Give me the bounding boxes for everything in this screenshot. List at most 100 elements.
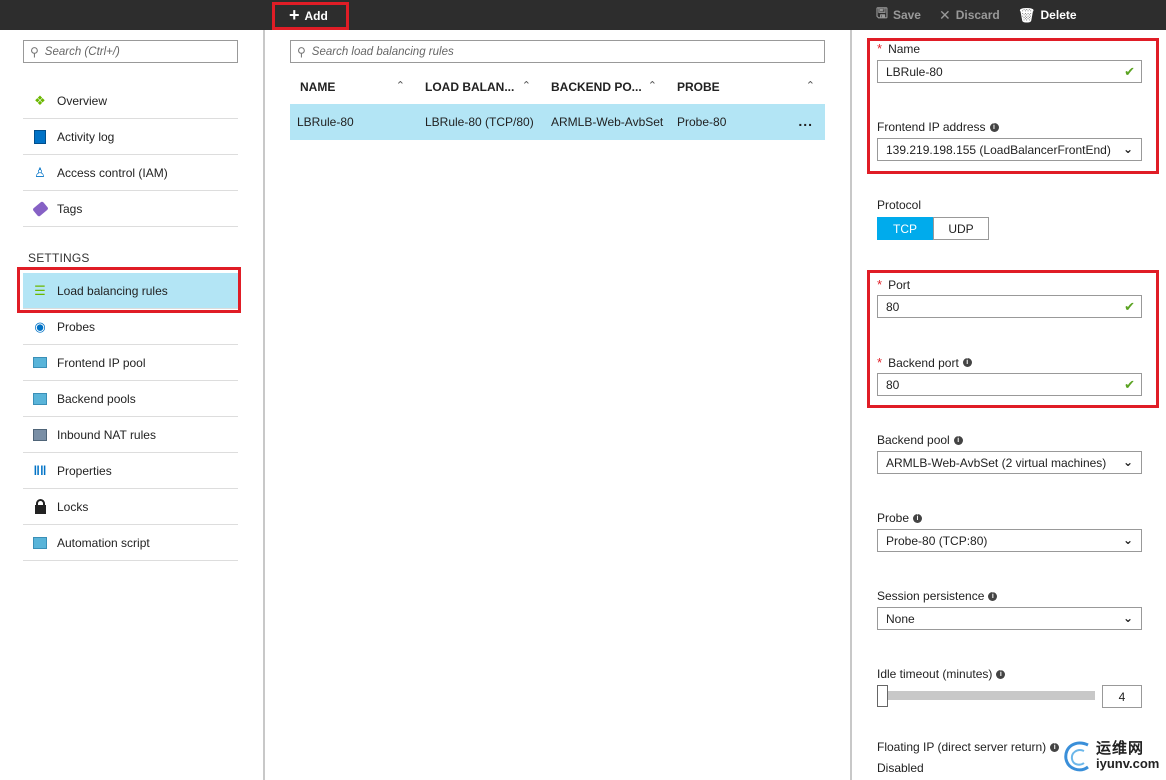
sidebar-item-label: Inbound NAT rules <box>57 427 156 442</box>
session-value: None <box>886 611 915 626</box>
form-actions: 🖫 Save ✕ Discard 🗑 Delete <box>876 0 1077 30</box>
sidebar-item-label: Overview <box>57 93 108 108</box>
watermark-logo: 运维网 iyunv.com <box>1062 732 1166 780</box>
cell-name: LBRule-80 <box>297 115 354 129</box>
info-icon[interactable]: i <box>1050 742 1060 752</box>
chevron-up-icon: ⌃ <box>395 80 405 92</box>
idle-timeout-slider-handle[interactable] <box>877 685 888 707</box>
sidebar-item-label: Activity log <box>57 129 115 144</box>
add-button-label: Add <box>304 9 328 23</box>
sidebar-item-locks[interactable]: Locks <box>23 489 238 525</box>
activity-log-icon <box>32 129 48 145</box>
probe-icon: ◉ <box>34 318 46 334</box>
backend-pool-icon <box>32 391 48 407</box>
protocol-udp-button[interactable]: UDP <box>933 217 989 240</box>
idle-timeout-slider-track[interactable] <box>885 691 1095 700</box>
column-header-label: LOAD BALAN... <box>425 80 515 94</box>
general-nav: ❖ Overview Activity log ♙ Access control… <box>23 83 238 227</box>
sidebar-item-inbound-nat-rules[interactable]: Inbound NAT rules <box>23 417 238 453</box>
save-icon: 🖫 <box>876 5 888 21</box>
session-label-text: Session persistence <box>877 589 985 603</box>
rules-list-blade: ⚲ Search load balancing rules NAME ⌃ LOA… <box>265 30 850 780</box>
column-header-load-balancing[interactable]: LOAD BALAN... ⌃ <box>415 70 541 104</box>
menu-search-input[interactable]: ⚲ Search (Ctrl+/) <box>23 40 238 63</box>
plus-icon: + <box>289 5 300 25</box>
save-button[interactable]: 🖫 Save <box>876 3 921 27</box>
rule-editor-blade: * Name LBRule-80 ✔ Frontend IP address i… <box>852 30 1166 780</box>
sidebar-item-label: Automation script <box>57 535 150 550</box>
close-icon: ✕ <box>938 6 951 23</box>
info-icon[interactable]: i <box>996 669 1006 679</box>
discard-label: Discard <box>955 8 1000 22</box>
sidebar-item-backend-pools[interactable]: Backend pools <box>23 381 238 417</box>
highlight-frame-selected-item <box>17 267 241 313</box>
highlight-frame-ports <box>867 270 1159 408</box>
sidebar-item-access-control[interactable]: ♙ Access control (IAM) <box>23 155 238 191</box>
backend-pool-label: Backend pool i <box>877 433 963 447</box>
sidebar-item-label: Locks <box>57 499 89 514</box>
backend-pool-label-text: Backend pool <box>877 433 950 447</box>
sidebar-item-frontend-ip-pool[interactable]: Frontend IP pool <box>23 345 238 381</box>
sidebar-item-probes[interactable]: ◉ Probes <box>23 309 238 345</box>
users-icon: ♙ <box>34 164 46 180</box>
lock-icon <box>32 498 48 515</box>
rules-search-placeholder: Search load balancing rules <box>311 45 454 58</box>
sidebar-item-properties[interactable]: ‖‖ Properties <box>23 453 238 489</box>
info-icon[interactable]: i <box>953 435 963 445</box>
discard-button[interactable]: ✕ Discard <box>939 7 1000 24</box>
chevron-down-icon: ⌄ <box>1122 455 1133 469</box>
search-icon: ⚲ <box>30 44 39 59</box>
overview-icon: ❖ <box>34 92 46 108</box>
chevron-up-icon: ⌃ <box>647 80 657 92</box>
probe-label: Probe i <box>877 511 923 525</box>
watermark-en: iyunv.com <box>1096 756 1160 772</box>
session-persistence-label: Session persistence i <box>877 589 998 603</box>
highlight-frame-name-frontend <box>867 38 1159 174</box>
protocol-toggle: TCP UDP <box>877 217 989 240</box>
watermark-cn: 运维网 <box>1096 739 1145 757</box>
sidebar-item-tags[interactable]: Tags <box>23 191 238 227</box>
chevron-up-icon: ⌃ <box>521 80 531 92</box>
idle-timeout-label: Idle timeout (minutes) i <box>877 667 1006 681</box>
sidebar-item-label: Probes <box>57 319 96 334</box>
column-header-label: PROBE <box>677 80 720 94</box>
session-persistence-select[interactable]: None ⌄ <box>877 607 1142 630</box>
watermark-swirl-icon <box>1064 741 1089 772</box>
info-icon[interactable]: i <box>913 513 923 523</box>
sidebar-item-label: Access control (IAM) <box>57 165 168 180</box>
rules-search-input[interactable]: ⚲ Search load balancing rules <box>290 40 825 63</box>
tag-icon <box>31 200 49 217</box>
trash-icon: 🗑 <box>1017 6 1036 23</box>
nat-rules-icon <box>32 427 48 443</box>
protocol-tcp-button[interactable]: TCP <box>877 217 933 240</box>
chevron-up-icon: ⌃ <box>805 80 815 92</box>
add-button[interactable]: + Add <box>272 2 349 30</box>
backend-pool-select[interactable]: ARMLB-Web-AvbSet (2 virtual machines) ⌄ <box>877 451 1142 474</box>
column-header-probe[interactable]: PROBE ⌃ <box>667 70 825 104</box>
script-icon <box>32 535 48 551</box>
cell-load-balancing: LBRule-80 (TCP/80) <box>425 115 534 129</box>
idle-timeout-input[interactable]: 4 <box>1102 685 1142 708</box>
column-header-backend-pool[interactable]: BACKEND PO... ⌃ <box>541 70 667 104</box>
settings-section-header: SETTINGS <box>28 251 90 265</box>
more-actions-button[interactable]: ... <box>798 113 813 129</box>
probe-select[interactable]: Probe-80 (TCP:80) ⌄ <box>877 529 1142 552</box>
properties-icon: ‖‖ <box>33 463 47 478</box>
sidebar-item-label: Tags <box>57 201 83 216</box>
menu-search-placeholder: Search (Ctrl+/) <box>44 45 120 58</box>
top-toolbar: + Add 🖫 Save ✕ Discard 🗑 Delete <box>0 0 1166 30</box>
settings-nav: ☰ Load balancing rules ◉ Probes Frontend… <box>23 273 238 561</box>
save-label: Save <box>892 8 921 22</box>
resource-menu: ⚲ Search (Ctrl+/) ❖ Overview Activity lo… <box>0 30 263 780</box>
column-header-name[interactable]: NAME ⌃ <box>290 70 415 104</box>
floating-ip-label-text: Floating IP (direct server return) <box>877 740 1047 754</box>
ip-pool-icon <box>32 355 48 371</box>
floating-ip-value: Disabled <box>877 761 924 775</box>
sidebar-item-activity-log[interactable]: Activity log <box>23 119 238 155</box>
sidebar-item-automation-script[interactable]: Automation script <box>23 525 238 561</box>
sidebar-item-overview[interactable]: ❖ Overview <box>23 83 238 119</box>
delete-button[interactable]: 🗑 Delete <box>1018 7 1077 24</box>
info-icon[interactable]: i <box>988 591 998 601</box>
table-row[interactable]: LBRule-80 LBRule-80 (TCP/80) ARMLB-Web-A… <box>290 104 825 140</box>
chevron-down-icon: ⌄ <box>1122 611 1133 625</box>
